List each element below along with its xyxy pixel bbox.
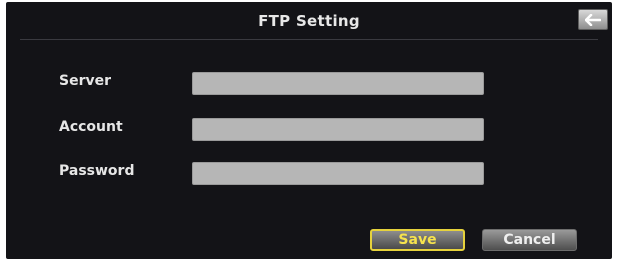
page-title: FTP Setting: [258, 12, 360, 30]
server-input[interactable]: [192, 72, 484, 95]
back-button[interactable]: [578, 9, 608, 30]
back-arrow-icon: [585, 13, 601, 26]
account-label: Account: [59, 119, 123, 135]
ftp-setting-dialog: FTP Setting Server Account Password Save…: [6, 2, 612, 259]
title-divider: [20, 39, 598, 40]
cancel-button[interactable]: Cancel: [482, 229, 577, 251]
account-input[interactable]: [192, 118, 484, 141]
password-input[interactable]: [192, 162, 484, 185]
save-button[interactable]: Save: [370, 229, 465, 251]
title-bar: FTP Setting: [6, 2, 612, 40]
server-label: Server: [59, 73, 112, 89]
password-label: Password: [59, 163, 135, 179]
